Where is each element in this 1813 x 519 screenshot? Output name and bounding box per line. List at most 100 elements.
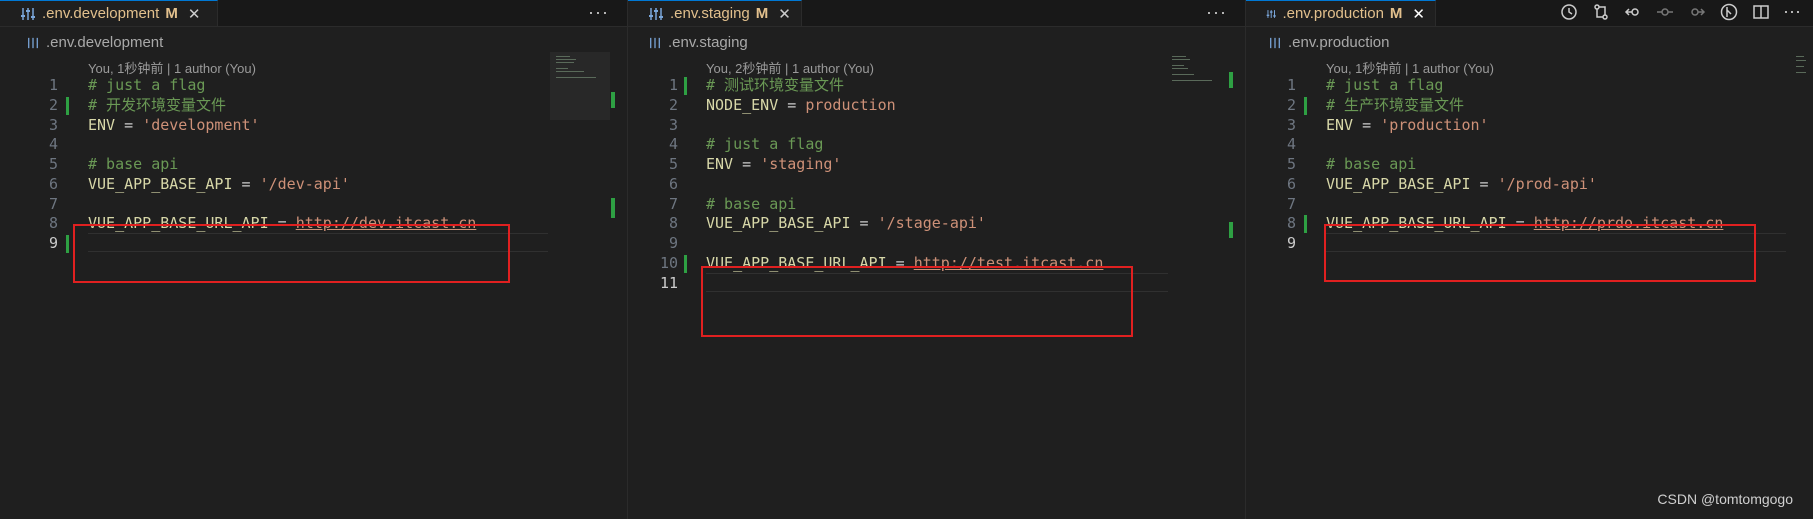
- env-key: ENV: [88, 115, 116, 134]
- more-actions-icon[interactable]: ···: [1206, 2, 1227, 23]
- close-icon[interactable]: ✕: [778, 5, 791, 23]
- breadcrumb[interactable]: .env.development: [26, 34, 163, 51]
- code-line[interactable]: 7: [0, 195, 627, 215]
- line-number: 8: [668, 214, 678, 233]
- env-value: '/stage-api': [877, 214, 986, 233]
- line-number: 9: [1286, 234, 1296, 252]
- code-line[interactable]: 2 # 生产环境变量文件: [1246, 96, 1813, 116]
- git-blame-icon[interactable]: [1719, 2, 1739, 22]
- tab-label: .env.development: [42, 5, 160, 22]
- minimap-line: [556, 71, 584, 72]
- git-compare-icon[interactable]: [1591, 2, 1611, 22]
- line-number: 2: [1286, 95, 1296, 114]
- code-line[interactable]: 3: [628, 116, 1245, 136]
- minimap-line: [556, 62, 574, 63]
- blame-annotation[interactable]: You, 1秒钟前 | 1 author (You): [88, 58, 256, 77]
- settings-file-icon: [1266, 9, 1276, 18]
- close-icon[interactable]: ✕: [188, 5, 201, 23]
- breadcrumb[interactable]: .env.production: [1268, 34, 1389, 51]
- code-line[interactable]: 5 # base api: [1246, 155, 1813, 175]
- settings-file-icon: [21, 7, 35, 20]
- more-actions-icon[interactable]: ···: [1783, 2, 1801, 22]
- line-number: 7: [48, 194, 58, 213]
- breadcrumb[interactable]: .env.staging: [648, 34, 748, 51]
- operator: =: [850, 214, 878, 233]
- env-key: ENV: [1326, 115, 1354, 134]
- gutter-added-marker: [684, 77, 687, 95]
- code-line[interactable]: 5 # base api: [0, 155, 627, 175]
- go-back-icon[interactable]: [1623, 2, 1643, 22]
- tab-bar: .env.development M ✕ ···: [0, 0, 627, 27]
- breadcrumb-file[interactable]: .env.staging: [668, 34, 748, 51]
- minimap-line: [556, 56, 570, 57]
- more-actions-icon[interactable]: ···: [588, 2, 609, 23]
- code-line[interactable]: 2 # 开发环境变量文件: [0, 96, 627, 116]
- line-number: 5: [48, 155, 58, 173]
- blame-annotation[interactable]: You, 1秒钟前 | 1 author (You): [1326, 58, 1494, 77]
- code-line[interactable]: 8 VUE_APP_BASE_API = '/stage-api': [628, 214, 1245, 234]
- minimap-line: [1172, 80, 1212, 81]
- code-line[interactable]: 3 ENV = 'development': [0, 116, 627, 136]
- minimap[interactable]: [1794, 52, 1808, 120]
- code-line[interactable]: 5 ENV = 'staging': [628, 155, 1245, 175]
- code-line[interactable]: 1 # just a flag: [1246, 76, 1813, 96]
- go-to-change-icon[interactable]: [1655, 2, 1675, 22]
- code-line[interactable]: 1 # 测试环境变量文件: [628, 76, 1245, 96]
- editor-toolbar: ···: [1559, 2, 1801, 22]
- editor-pane-production[interactable]: .env.production M ✕ ··· .env.production …: [1246, 0, 1813, 519]
- line-number: 7: [668, 194, 678, 213]
- editor-pane-development[interactable]: .env.development M ✕ ··· .env.developmen…: [0, 0, 627, 519]
- split-editor-icon[interactable]: [1751, 2, 1771, 22]
- env-key: ENV: [706, 155, 734, 173]
- gutter-added-marker: [66, 96, 69, 115]
- code-line[interactable]: 6 VUE_APP_BASE_API = '/prod-api': [1246, 175, 1813, 195]
- watermark: CSDN @tomtomgogo: [1657, 491, 1793, 507]
- gutter-added-marker: [1304, 96, 1307, 115]
- line-number: 3: [668, 115, 678, 134]
- code-line[interactable]: 2 NODE_ENV = production: [628, 96, 1245, 116]
- tab-env-staging[interactable]: .env.staging M ✕: [628, 0, 802, 26]
- tab-env-development[interactable]: .env.development M ✕: [0, 0, 218, 26]
- tab-env-production[interactable]: .env.production M ✕: [1246, 0, 1436, 26]
- line-number: 1: [1286, 76, 1296, 94]
- minimap-line: [1172, 68, 1188, 69]
- history-icon[interactable]: [1559, 2, 1579, 22]
- blame-annotation[interactable]: You, 2秒钟前 | 1 author (You): [706, 58, 874, 77]
- code-line[interactable]: 6: [628, 175, 1245, 195]
- code-line[interactable]: 3 ENV = 'production': [1246, 116, 1813, 136]
- line-number: 8: [48, 214, 58, 233]
- code-line[interactable]: 1 # just a flag: [0, 76, 627, 96]
- code-line[interactable]: 6 VUE_APP_BASE_API = '/dev-api': [0, 175, 627, 195]
- comment-text: # just a flag: [88, 76, 206, 94]
- scrollbar-change-marker: [1229, 222, 1233, 238]
- close-icon[interactable]: ✕: [1412, 5, 1425, 23]
- code-line[interactable]: 7 # base api: [628, 195, 1245, 215]
- settings-file-icon: [649, 7, 663, 20]
- code-line[interactable]: 9: [628, 234, 1245, 254]
- code-line[interactable]: 7: [1246, 195, 1813, 215]
- settings-file-icon: [1270, 37, 1280, 48]
- scrollbar-change-marker: [611, 92, 615, 108]
- minimap-line: [1172, 65, 1184, 66]
- line-number: 4: [48, 135, 58, 154]
- breadcrumb-file[interactable]: .env.production: [1288, 34, 1389, 51]
- env-value: 'staging': [760, 155, 842, 173]
- line-number: 3: [1286, 115, 1296, 134]
- code-line[interactable]: 4: [0, 135, 627, 155]
- env-value: 'development': [142, 115, 260, 134]
- breadcrumb-file[interactable]: .env.development: [46, 34, 163, 51]
- env-value: production: [805, 95, 896, 114]
- minimap[interactable]: [550, 52, 610, 120]
- line-number: 11: [659, 273, 678, 292]
- line-number: 10: [659, 253, 678, 272]
- code-line[interactable]: 4: [1246, 135, 1813, 155]
- minimap-line: [1796, 66, 1804, 67]
- code-line[interactable]: 4 # just a flag: [628, 135, 1245, 155]
- go-forward-icon[interactable]: [1687, 2, 1707, 22]
- minimap[interactable]: [1168, 52, 1228, 120]
- editor-pane-staging[interactable]: .env.staging M ✕ ··· .env.staging You, 2…: [628, 0, 1245, 519]
- line-number: 5: [668, 155, 678, 173]
- line-number: 1: [668, 76, 678, 94]
- code-editor[interactable]: 1 # 测试环境变量文件 2 NODE_ENV = production 3 4 # …: [628, 76, 1245, 293]
- modified-badge: M: [1389, 5, 1403, 22]
